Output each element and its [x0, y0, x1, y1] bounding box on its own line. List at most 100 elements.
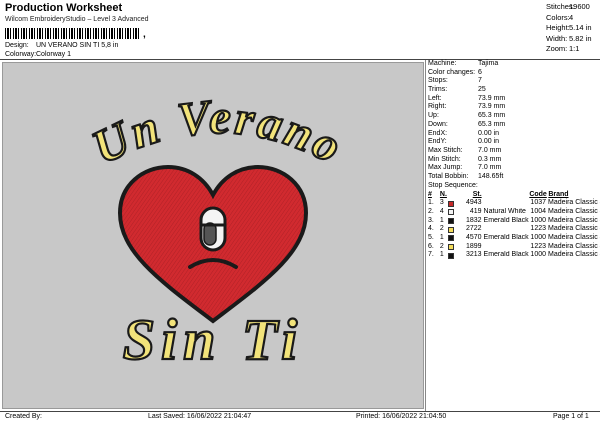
- prop-value: 6: [478, 68, 482, 76]
- prop-left: Left: 73.9 mm: [428, 95, 598, 104]
- seq-needle: 1: [439, 251, 444, 259]
- sequence-row: 7. 1 3213 Emerald Black 1000 Madeira Classic …: [428, 251, 600, 260]
- design-artwork: Un Verano Sin Ti: [83, 89, 350, 373]
- prop-label: EndX:: [428, 129, 448, 137]
- sequence-header: # N. St. Code Brand: [428, 190, 598, 199]
- stat-label: Stitches:: [546, 2, 575, 11]
- seq-code: 1000: [530, 216, 546, 224]
- sequence-row: 6. 2 1899 1223Madeira Classic 40: [428, 242, 600, 252]
- col-name: [484, 190, 530, 199]
- prop-min-stitch: Min Stitch: 0.3 mm: [428, 156, 598, 165]
- seq-code: 1004: [530, 208, 546, 215]
- prop-label: Down:: [428, 120, 448, 128]
- colorway-label: Colorway:: [5, 51, 37, 58]
- seq-brand: Madeira Classic 40: [548, 216, 600, 224]
- seq-color-name: Emerald Black: [483, 234, 529, 242]
- seq-brand: Madeira Classic 40: [548, 199, 600, 207]
- sequence-row: 2. 4 419Natural White 1004Madeira Classic 4…: [428, 208, 600, 217]
- prop-label: Max Jump:: [428, 164, 463, 172]
- seq-code: 1000: [530, 234, 546, 242]
- design-text-bottom: Sin Ti: [123, 307, 304, 372]
- prop-label: Up:: [428, 112, 439, 120]
- seq-index: 3.: [428, 216, 434, 224]
- prop-total-bobbin: Total Bobbin: 148.65ft: [428, 173, 598, 182]
- prop-value: 148.65ft: [478, 172, 504, 180]
- prop-value: 7: [478, 77, 482, 85]
- sequence-row: 4. 2 2722 1223Madeira Classic 40: [428, 225, 600, 234]
- stats-box: Stitches: 19600 Colors: 4 Height: 5.14 in W…: [546, 2, 598, 55]
- swatch-box: [447, 252, 454, 259]
- prop-value: 7.0 mm: [478, 164, 502, 172]
- seq-index: 4.: [428, 225, 434, 233]
- footer-printed: Printed: 16/06/2022 21:04:50: [356, 413, 447, 420]
- prop-value: 0.3 mm: [478, 155, 502, 163]
- seq-stitches: 4570: [465, 234, 482, 242]
- prop-value: 73.9 mm: [478, 103, 506, 111]
- col-brand: Brand: [548, 191, 569, 199]
- stat-label: Height:: [546, 23, 570, 32]
- seq-color-name: Emerald Black: [483, 251, 529, 259]
- color-swatch: [447, 209, 462, 216]
- prop-label: Trims:: [428, 86, 448, 94]
- stat-value: 5.14 in: [569, 23, 592, 32]
- design-preview[interactable]: Un Verano Sin Ti: [2, 62, 424, 409]
- prop-label: Total Bobbin:: [428, 172, 469, 180]
- prop-endx: EndX: 0.00 in: [428, 130, 598, 139]
- footer-divider: [0, 411, 600, 412]
- seq-brand: Madeira Classic 40: [548, 208, 600, 215]
- footer-created: Created By:: [5, 413, 42, 420]
- footer-saved: Last Saved: 16/06/2022 21:04:47: [148, 413, 252, 420]
- design-value: UN VERANO SIN TI 5,8 in: [36, 42, 119, 49]
- seq-index: 1.: [428, 199, 434, 207]
- prop-label: Stops:: [428, 77, 448, 85]
- stat-stitches: Stitches: 19600: [546, 2, 598, 13]
- swatch-box: [447, 218, 454, 225]
- prop-endy: EndY: 0.00 in: [428, 138, 598, 147]
- col-swatch: [448, 190, 462, 199]
- software-subtitle: Wilcom EmbroideryStudio – Level 3 Advanc…: [5, 16, 149, 23]
- seq-index: 2.: [428, 208, 434, 215]
- seq-code: 1000: [530, 251, 546, 259]
- seq-code: 1223: [530, 225, 546, 233]
- color-swatch: [447, 235, 462, 242]
- prop-label: Left:: [428, 94, 442, 102]
- prop-label: Machine:: [428, 60, 457, 67]
- color-swatch: [447, 226, 462, 233]
- prop-value: 65.3 mm: [478, 112, 506, 120]
- stat-value: 1:1: [569, 44, 580, 53]
- swatch-box: [447, 209, 454, 216]
- color-swatch: [447, 244, 462, 251]
- color-swatch: [447, 218, 462, 225]
- prop-stops: Stops: 7: [428, 77, 598, 86]
- seq-index: 7.: [428, 251, 434, 259]
- design-label: Design:: [5, 42, 29, 49]
- prop-label: Right:: [428, 103, 447, 111]
- prop-label: Max Stitch:: [428, 146, 463, 154]
- seq-color-name: Emerald Black: [483, 216, 529, 224]
- barcode: [5, 28, 141, 39]
- col-code: Code: [529, 191, 547, 199]
- prop-max-stitch: Max Stitch: 7.0 mm: [428, 147, 598, 156]
- prop-max-jump: Max Jump: 7.0 mm: [428, 164, 598, 173]
- stat-width: Width: 5.82 in: [546, 34, 598, 45]
- seq-needle: 4: [439, 208, 444, 215]
- seq-needle: 2: [439, 225, 444, 233]
- page-title: Production Worksheet: [5, 2, 123, 14]
- prop-color-changes: Color changes: 6: [428, 69, 598, 78]
- barcode-tail: ,: [143, 29, 146, 40]
- color-swatch: [447, 252, 462, 259]
- prop-value: Tajima: [478, 60, 499, 67]
- seq-brand: Madeira Classic 40: [548, 251, 600, 259]
- stat-label: Width:: [546, 33, 568, 43]
- seq-needle: 2: [439, 242, 444, 250]
- prop-value: 7.0 mm: [478, 146, 502, 154]
- prop-machine: Machine: Tajima: [428, 60, 598, 69]
- panel-divider: [425, 60, 426, 411]
- footer-page: Page 1 of 1: [553, 413, 589, 420]
- sequence-row: 3. 1 1832 Emerald Black 1000 Madeira Classic …: [428, 216, 600, 226]
- seq-index: 5.: [428, 234, 434, 242]
- seq-color-name: Natural White: [483, 208, 526, 215]
- swatch-box: [447, 226, 454, 233]
- prop-value: 0.00 in: [478, 138, 500, 146]
- prop-up: Up: 65.3 mm: [428, 112, 598, 121]
